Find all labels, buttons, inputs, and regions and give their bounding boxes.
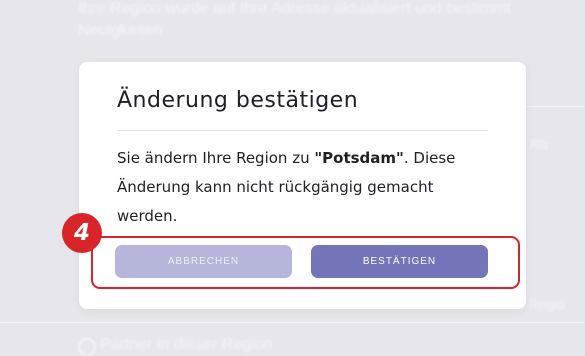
background-text: Ihre Region wurde auf Ihre Adresse aktua… xyxy=(78,0,512,17)
step-highlight-box xyxy=(91,236,520,289)
dialog-title: Änderung bestätigen xyxy=(117,88,359,113)
dialog-message: Sie ändern Ihre Region zu "Potsdam". Die… xyxy=(117,144,497,231)
step-number-badge: 4 xyxy=(62,213,102,253)
background-text: Regio xyxy=(528,296,565,312)
background-text: Rb xyxy=(530,136,548,152)
region-name: "Potsdam" xyxy=(314,149,404,167)
dialog-divider xyxy=(117,130,488,131)
background-text: Partner in dieser Region xyxy=(100,336,273,353)
background-divider xyxy=(520,106,585,107)
location-pin-icon xyxy=(78,338,96,356)
background-text: Neuigkeiten xyxy=(78,22,163,39)
background-divider xyxy=(0,322,585,323)
dialog-message-prefix: Sie ändern Ihre Region zu xyxy=(117,149,315,167)
